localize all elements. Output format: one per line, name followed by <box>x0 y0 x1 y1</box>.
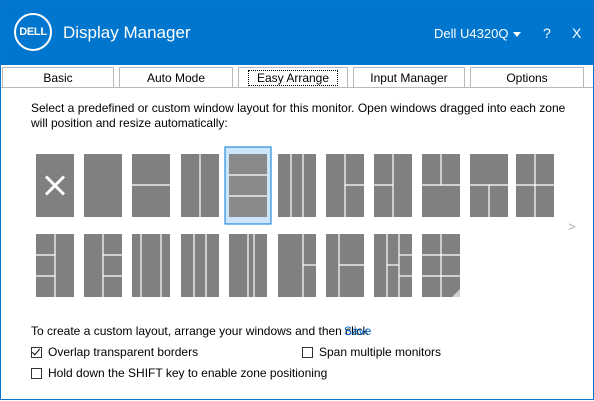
tab-label: Input Manager <box>370 71 448 85</box>
custom-layout-instructions: To create a custom layout, arrange your … <box>31 324 369 338</box>
save-link[interactable]: Save <box>344 324 371 338</box>
tab-options[interactable]: Options <box>470 67 584 88</box>
tab-bar: Basic Auto Mode Easy Arrange Input Manag… <box>1 65 593 88</box>
layout-option[interactable] <box>132 234 170 297</box>
tab-divider <box>1 87 593 88</box>
layout-tile-body <box>278 154 316 217</box>
tab-label: Basic <box>43 71 73 85</box>
tab-input-manager[interactable]: Input Manager <box>353 67 465 88</box>
dell-logo: DELL <box>14 13 52 51</box>
layout-option[interactable] <box>326 154 364 217</box>
tab-label: Options <box>506 71 548 85</box>
shift-zone-checkbox[interactable]: Hold down the SHIFT key to enable zone p… <box>31 366 327 380</box>
layout-option[interactable] <box>181 234 219 297</box>
monitor-name: Dell U4320Q <box>434 26 509 41</box>
layout-option[interactable] <box>36 154 74 217</box>
app-title: Display Manager <box>63 23 191 42</box>
layout-option[interactable] <box>516 154 554 217</box>
layout-tile-body <box>84 154 122 217</box>
checkbox-label: Span multiple monitors <box>319 345 442 359</box>
title-bar: DELL Display Manager Dell U4320Q ? X <box>1 1 593 65</box>
display-manager-window: DELL Display Manager Dell U4320Q ? X Bas… <box>0 0 594 400</box>
layout-option[interactable] <box>278 154 316 217</box>
layout-option[interactable] <box>36 234 74 297</box>
chevron-down-icon <box>513 31 522 37</box>
layout-option[interactable] <box>181 154 219 217</box>
layout-tile-body <box>181 234 219 297</box>
next-page-arrow-icon[interactable]: > <box>568 219 576 234</box>
layout-tile-body <box>229 154 267 217</box>
layout-option[interactable] <box>422 234 460 297</box>
tab-easy-arrange[interactable]: Easy Arrange <box>238 67 348 88</box>
layout-option[interactable] <box>84 154 122 217</box>
help-button[interactable]: ? <box>543 25 551 41</box>
layout-description: Select a predefined or custom window lay… <box>31 101 566 130</box>
layout-option[interactable] <box>470 154 508 217</box>
monitor-dropdown[interactable]: Dell U4320Q <box>434 26 522 41</box>
span-monitors-checkbox[interactable]: Span multiple monitors <box>302 345 441 359</box>
tab-label: Auto Mode <box>146 71 206 85</box>
layout-option[interactable] <box>132 154 170 217</box>
tab-auto-mode[interactable]: Auto Mode <box>119 67 233 88</box>
layout-option[interactable] <box>224 146 272 225</box>
checkbox-checked[interactable] <box>31 346 42 358</box>
layout-option[interactable] <box>374 234 412 297</box>
checkbox-label: Hold down the SHIFT key to enable zone p… <box>48 366 328 380</box>
overlap-borders-checkbox[interactable]: Overlap transparent borders <box>31 345 198 359</box>
checkbox-label: Overlap transparent borders <box>48 345 199 359</box>
checkbox-unchecked[interactable] <box>31 367 42 379</box>
layout-option[interactable] <box>84 234 122 297</box>
layout-option[interactable] <box>374 154 412 217</box>
checkbox-unchecked[interactable] <box>302 346 313 358</box>
tab-label: Easy Arrange <box>247 70 339 86</box>
layout-option[interactable] <box>326 234 364 297</box>
layout-option[interactable] <box>278 234 316 297</box>
close-button[interactable]: X <box>572 25 581 41</box>
layout-tile-body <box>132 234 170 297</box>
layout-option[interactable] <box>229 234 267 297</box>
tab-basic[interactable]: Basic <box>2 67 114 88</box>
logo-text: DELL <box>19 26 47 38</box>
layout-option[interactable] <box>422 154 460 217</box>
